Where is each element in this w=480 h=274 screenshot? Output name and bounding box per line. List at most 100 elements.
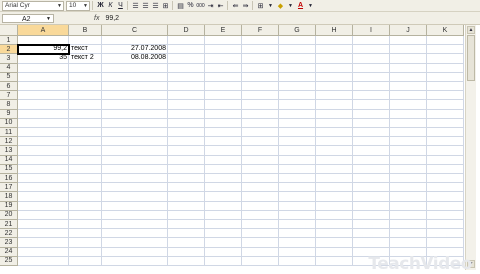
cell-j7[interactable]: [390, 91, 427, 101]
vertical-scrollbar[interactable]: ▲ ▼: [465, 25, 476, 270]
cell-b5[interactable]: [69, 72, 102, 82]
borders-dropdown[interactable]: ▼: [266, 1, 275, 10]
cell-d8[interactable]: [168, 100, 205, 110]
cell-a9[interactable]: [18, 109, 69, 119]
row-header-19[interactable]: 19: [0, 201, 18, 211]
percent-button[interactable]: %: [186, 1, 195, 10]
cell-a21[interactable]: [18, 220, 69, 230]
cell-i5[interactable]: [353, 72, 390, 82]
cell-j2[interactable]: [390, 45, 427, 55]
cell-e5[interactable]: [205, 72, 242, 82]
row-header-9[interactable]: 9: [0, 109, 18, 119]
cell-j8[interactable]: [390, 100, 427, 110]
cell-a6[interactable]: [18, 82, 69, 92]
cell-i18[interactable]: [353, 192, 390, 202]
cell-h23[interactable]: [316, 238, 353, 248]
cell-e6[interactable]: [205, 82, 242, 92]
cell-e11[interactable]: [205, 128, 242, 138]
column-header-a[interactable]: A: [18, 25, 69, 36]
cell-j20[interactable]: [390, 210, 427, 220]
cell-g7[interactable]: [279, 91, 316, 101]
cell-i21[interactable]: [353, 220, 390, 230]
cell-k9[interactable]: [427, 109, 464, 119]
cell-e25[interactable]: [205, 256, 242, 266]
cell-k7[interactable]: [427, 91, 464, 101]
cell-d23[interactable]: [168, 238, 205, 248]
column-header-i[interactable]: I: [353, 25, 390, 36]
cell-c20[interactable]: [102, 210, 168, 220]
borders-button[interactable]: ⊞: [256, 1, 265, 10]
cell-c12[interactable]: [102, 137, 168, 147]
cell-i15[interactable]: [353, 164, 390, 174]
thousands-button[interactable]: 000: [196, 1, 205, 10]
cell-j13[interactable]: [390, 146, 427, 156]
cell-c21[interactable]: [102, 220, 168, 230]
row-header-11[interactable]: 11: [0, 128, 18, 138]
cell-c15[interactable]: [102, 164, 168, 174]
cell-k13[interactable]: [427, 146, 464, 156]
cell-b7[interactable]: [69, 91, 102, 101]
cell-h22[interactable]: [316, 229, 353, 239]
cell-h19[interactable]: [316, 201, 353, 211]
cell-f14[interactable]: [242, 155, 279, 165]
cell-f20[interactable]: [242, 210, 279, 220]
cell-d9[interactable]: [168, 109, 205, 119]
cell-d24[interactable]: [168, 247, 205, 257]
font-color-button[interactable]: A: [296, 1, 305, 10]
cell-e20[interactable]: [205, 210, 242, 220]
currency-button[interactable]: ▤: [176, 1, 185, 10]
cell-b19[interactable]: [69, 201, 102, 211]
fx-icon[interactable]: fx: [94, 15, 99, 22]
column-header-h[interactable]: H: [316, 25, 353, 36]
cell-a5[interactable]: [18, 72, 69, 82]
cell-i14[interactable]: [353, 155, 390, 165]
cell-h11[interactable]: [316, 128, 353, 138]
cell-a10[interactable]: [18, 118, 69, 128]
cell-d7[interactable]: [168, 91, 205, 101]
cell-d1[interactable]: [168, 36, 205, 46]
cell-f10[interactable]: [242, 118, 279, 128]
cell-j16[interactable]: [390, 174, 427, 184]
cell-j6[interactable]: [390, 82, 427, 92]
cell-b11[interactable]: [69, 128, 102, 138]
cell-k14[interactable]: [427, 155, 464, 165]
cell-b13[interactable]: [69, 146, 102, 156]
cell-a7[interactable]: [18, 91, 69, 101]
cell-b15[interactable]: [69, 164, 102, 174]
cell-c18[interactable]: [102, 192, 168, 202]
cell-a20[interactable]: [18, 210, 69, 220]
cell-k10[interactable]: [427, 118, 464, 128]
select-all-corner[interactable]: [0, 25, 18, 36]
cell-b21[interactable]: [69, 220, 102, 230]
cell-j4[interactable]: [390, 63, 427, 73]
cell-g12[interactable]: [279, 137, 316, 147]
cell-c17[interactable]: [102, 183, 168, 193]
fill-color-button[interactable]: ◆: [276, 1, 285, 10]
cell-f17[interactable]: [242, 183, 279, 193]
cell-a14[interactable]: [18, 155, 69, 165]
cell-a8[interactable]: [18, 100, 69, 110]
scroll-up-button[interactable]: ▲: [467, 26, 475, 34]
cell-a17[interactable]: [18, 183, 69, 193]
cell-h14[interactable]: [316, 155, 353, 165]
cell-b14[interactable]: [69, 155, 102, 165]
cell-k3[interactable]: [427, 54, 464, 64]
cell-b8[interactable]: [69, 100, 102, 110]
cell-c1[interactable]: [102, 36, 168, 46]
chevron-down-icon[interactable]: ▼: [46, 15, 51, 24]
cell-d4[interactable]: [168, 63, 205, 73]
cell-a19[interactable]: [18, 201, 69, 211]
bold-button[interactable]: Ж: [96, 1, 105, 10]
cell-c4[interactable]: [102, 63, 168, 73]
column-header-g[interactable]: G: [279, 25, 316, 36]
cell-c6[interactable]: [102, 82, 168, 92]
cell-g6[interactable]: [279, 82, 316, 92]
cell-g19[interactable]: [279, 201, 316, 211]
merge-center-button[interactable]: ⊞: [161, 1, 170, 10]
cell-f24[interactable]: [242, 247, 279, 257]
cell-j19[interactable]: [390, 201, 427, 211]
cell-a23[interactable]: [18, 238, 69, 248]
cell-b20[interactable]: [69, 210, 102, 220]
cell-f25[interactable]: [242, 256, 279, 266]
cell-d20[interactable]: [168, 210, 205, 220]
